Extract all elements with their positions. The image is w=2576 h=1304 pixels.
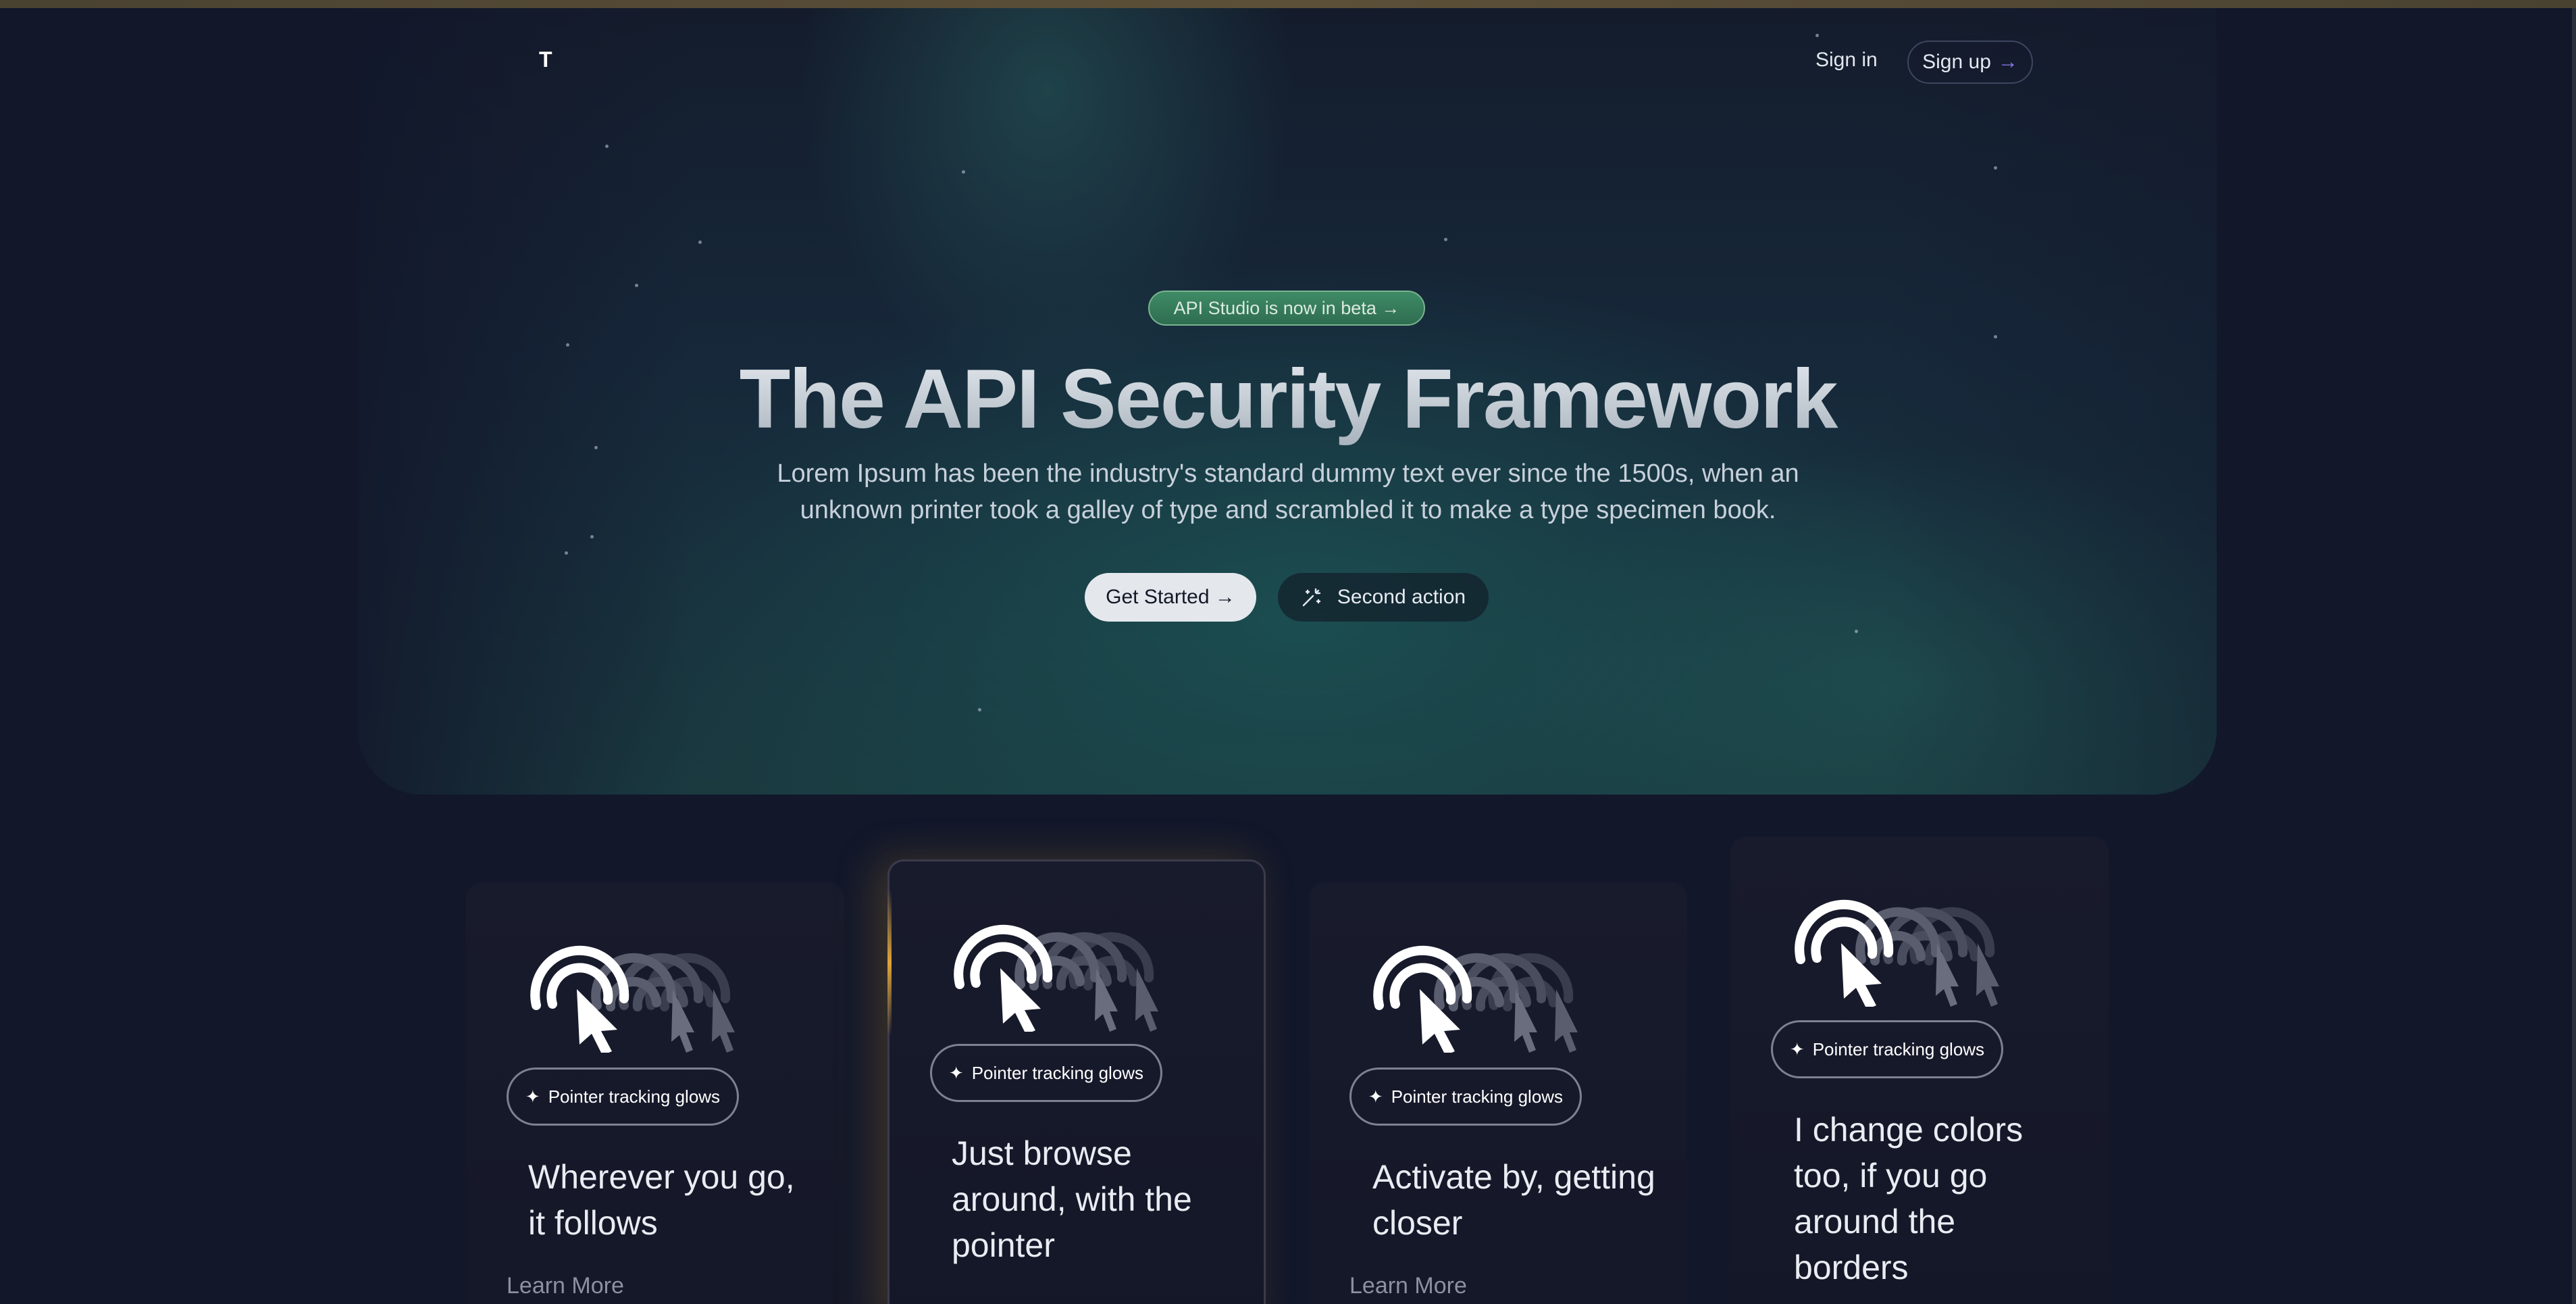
sign-in-link[interactable]: Sign in [1815,49,1878,72]
feature-chip[interactable]: ✦ Pointer tracking glows [1771,1020,2003,1078]
beta-announcement-badge[interactable]: API Studio is now in beta → [1148,291,1425,326]
feature-card[interactable]: ✦ Pointer tracking glows Wherever you go… [466,882,844,1304]
feature-card[interactable]: ✦ Pointer tracking glows Activate by, ge… [1309,882,1687,1304]
arrow-right-icon: → [1997,51,2018,73]
second-action-label: Second action [1337,586,1466,608]
feature-chip-label: Pointer tracking glows [548,1086,721,1107]
second-action-button[interactable]: Second action [1278,573,1489,622]
card-title: I change colors too, if you go around th… [1794,1111,2024,1286]
hero-subtitle: Lorem Ipsum has been the industry's stan… [777,459,1799,524]
window-top-strip [0,0,2576,8]
magic-wand-icon [1302,588,1321,607]
feature-chip-label: Pointer tracking glows [971,1062,1144,1083]
pointer-tracking-icon [530,945,735,1053]
scrollbar-track[interactable] [2572,8,2576,1304]
card-title: Activate by, getting closer [1372,1158,1655,1242]
get-started-button[interactable]: Get Started → [1085,573,1256,622]
sparkle-icon: ✦ [948,1062,964,1083]
pointer-tracking-icon [1373,945,1578,1053]
feature-chip-label: Pointer tracking glows [1812,1038,1985,1059]
sparkle-icon: ✦ [1789,1038,1805,1059]
learn-more-link[interactable]: Learn More [507,1273,624,1299]
feature-chip[interactable]: ✦ Pointer tracking glows [1349,1068,1582,1126]
feature-chip[interactable]: ✦ Pointer tracking glows [507,1068,739,1126]
sparkle-icon: ✦ [1368,1086,1383,1107]
feature-card[interactable]: ✦ Pointer tracking glows Just browse aro… [887,859,1266,1304]
sign-up-button[interactable]: Sign up → [1907,41,2033,84]
feature-card[interactable]: ✦ Pointer tracking glows I change colors… [1730,836,2109,1304]
card-title: Just browse around, with the pointer [952,1134,1192,1264]
learn-more-link[interactable]: Learn More [1349,1273,1467,1299]
card-title: Wherever you go, it follows [528,1158,795,1242]
pointer-tracking-icon [1795,899,1999,1007]
logo[interactable]: T [539,47,552,72]
page-title: The API Security Framework [0,351,2576,447]
feature-chip-label: Pointer tracking glows [1391,1086,1564,1107]
sparkle-icon: ✦ [525,1086,540,1107]
sign-up-label: Sign up [1922,51,1991,73]
pointer-tracking-icon [954,924,1158,1032]
feature-chip[interactable]: ✦ Pointer tracking glows [930,1044,1162,1102]
